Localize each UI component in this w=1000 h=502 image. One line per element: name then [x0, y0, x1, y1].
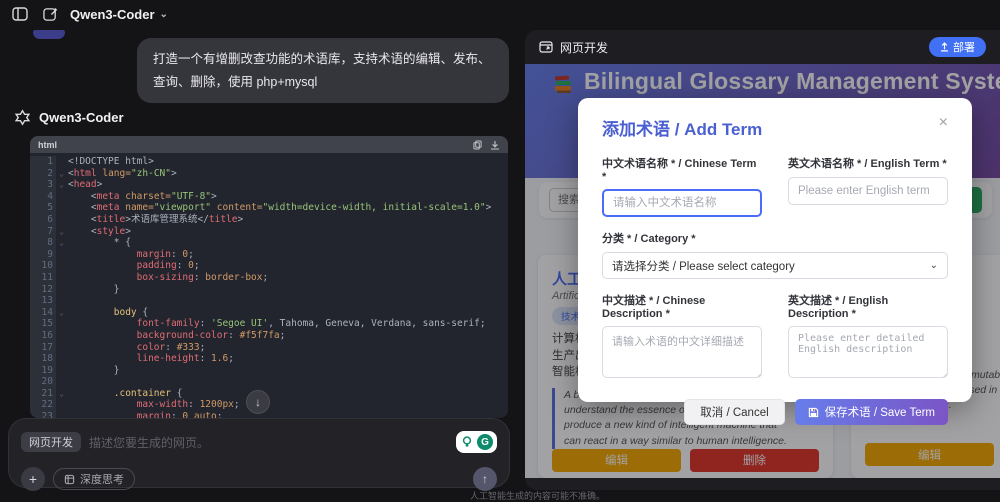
deep-think-toggle[interactable]: 深度思考: [53, 468, 135, 490]
download-code-icon[interactable]: [490, 140, 500, 150]
browser-window-icon: [539, 41, 553, 53]
close-icon[interactable]: ×: [939, 115, 948, 131]
english-term-input[interactable]: [788, 177, 948, 205]
extension-g-icon: G: [477, 434, 493, 450]
site-preview: Bilingual Glossary Management System 添加术…: [525, 64, 1000, 478]
chevron-down-icon: ⌄: [160, 9, 168, 20]
assistant-name: Qwen3-Coder: [39, 110, 124, 125]
english-term-label: 英文术语名称 * / English Term *: [788, 155, 948, 171]
code-block-header: html: [30, 136, 508, 153]
chinese-desc-textarea[interactable]: [602, 326, 762, 378]
cancel-button[interactable]: 取消 / Cancel: [684, 399, 784, 425]
assistant-header: Qwen3-Coder: [14, 109, 124, 126]
scrolled-element-fragment: [33, 30, 65, 39]
code-lines: 1<!DOCTYPE html>2⌄<html lang="zh-CN">3⌄<…: [30, 153, 508, 418]
modal-title: 添加术语 / Add Term: [602, 115, 762, 140]
scroll-to-bottom-button[interactable]: ↓: [246, 390, 270, 414]
english-desc-label: 英文描述 * / English Description *: [788, 292, 948, 320]
save-term-button[interactable]: 保存术语 / Save Term: [795, 399, 948, 425]
sidebar-toggle-icon[interactable]: [10, 4, 30, 24]
preview-title: 网页开发: [560, 39, 608, 56]
preview-header: 网页开发 部署: [525, 30, 1000, 64]
preview-panel: 网页开发 部署 Bilingual Glossary Management Sy…: [525, 30, 1000, 490]
composer[interactable]: 网页开发 描述您要生成的网页。 G + 深度思考 ↑: [8, 418, 510, 488]
code-language-label: html: [38, 140, 57, 150]
user-message: 打造一个有增删改查功能的术语库，支持术语的编辑、发布、查询、删除，使用 php+…: [137, 38, 509, 103]
top-bar: Qwen3-Coder ⌄: [0, 0, 520, 28]
new-chat-icon[interactable]: [40, 4, 60, 24]
model-name: Qwen3-Coder: [70, 7, 155, 22]
add-attachment-button[interactable]: +: [21, 467, 45, 491]
send-button[interactable]: ↑: [473, 467, 497, 491]
extension-bulb-icon: [460, 435, 474, 449]
copy-code-icon[interactable]: [473, 140, 482, 150]
chinese-term-label: 中文术语名称 * / Chinese Term *: [602, 155, 762, 183]
upload-icon: [940, 42, 949, 52]
composer-placeholder: 描述您要生成的网页。: [89, 434, 209, 451]
category-select[interactable]: 请选择分类 / Please select category ⌄: [602, 252, 948, 279]
composer-mode-tag[interactable]: 网页开发: [21, 432, 81, 452]
chevron-down-icon: ⌄: [930, 260, 938, 271]
model-selector[interactable]: Qwen3-Coder ⌄: [70, 7, 168, 22]
browser-extension-icons[interactable]: G: [456, 431, 497, 453]
deep-think-icon: [64, 474, 75, 485]
deploy-button[interactable]: 部署: [929, 37, 986, 57]
chinese-desc-label: 中文描述 * / Chinese Description *: [602, 292, 762, 320]
chinese-term-input[interactable]: [602, 189, 762, 217]
qwen-logo-icon: [14, 109, 31, 126]
add-term-modal: 添加术语 / Add Term × 中文术语名称 * / Chinese Ter…: [578, 98, 972, 402]
save-floppy-icon: [808, 407, 819, 418]
code-block: html 1<!DOCTYPE html>2⌄<html lang="zh-CN…: [30, 136, 508, 418]
english-desc-textarea[interactable]: [788, 326, 948, 378]
category-label: 分类 * / Category *: [602, 230, 948, 246]
